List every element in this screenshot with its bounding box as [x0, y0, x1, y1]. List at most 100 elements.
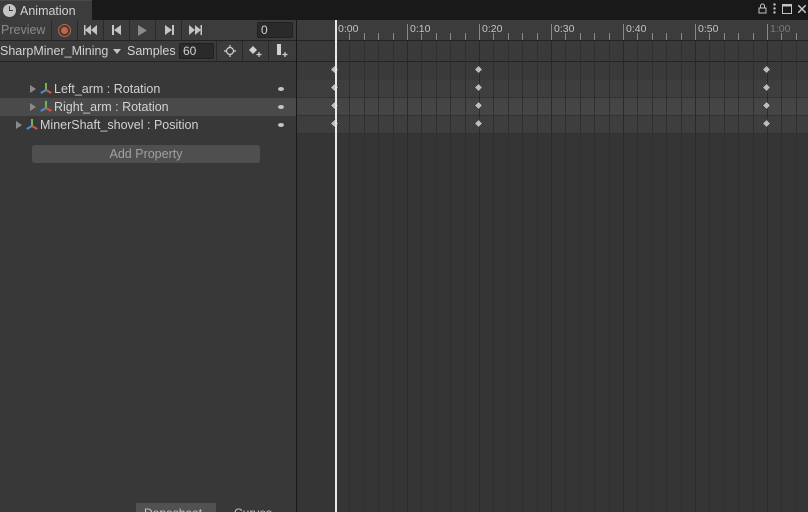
gridline — [767, 41, 768, 512]
view-mode-tabs: Dopesheet Curves — [0, 503, 296, 512]
add-keyframe-button[interactable] — [242, 41, 268, 61]
gridline — [363, 41, 365, 512]
samples-label: Samples — [127, 44, 176, 58]
gridline — [378, 41, 380, 512]
gridline — [752, 41, 754, 512]
keyframe-toggle-icon[interactable] — [278, 123, 284, 127]
minor-tick — [435, 33, 437, 40]
minor-tick — [522, 33, 524, 40]
major-tick — [623, 24, 624, 40]
gridline — [464, 41, 466, 512]
record-icon — [58, 23, 71, 37]
gridline — [565, 41, 567, 512]
clip-name: SharpMiner_Mining — [0, 44, 109, 58]
add-property-button[interactable]: Add Property — [32, 145, 260, 163]
tick-label: 0:40 — [626, 23, 647, 35]
gridline — [709, 41, 711, 512]
animation-tab[interactable]: Animation — [0, 0, 92, 20]
minor-tick — [579, 33, 581, 40]
minor-tick — [392, 33, 394, 40]
keyframe-toggle-icon[interactable] — [278, 87, 284, 91]
gridline — [479, 41, 480, 512]
close-icon[interactable] — [797, 4, 807, 16]
last-key-button[interactable] — [181, 20, 207, 40]
clock-icon — [3, 4, 16, 17]
samples-field[interactable]: 60 — [179, 43, 214, 59]
gridline — [435, 41, 437, 512]
hierarchy-panel: Preview 0 SharpMiner_Mining Samples 60 L… — [0, 20, 296, 512]
property-label: Left_arm : Rotation — [54, 82, 161, 96]
gridline — [536, 41, 538, 512]
gridline — [608, 41, 610, 512]
foldout-arrow-icon[interactable] — [16, 121, 22, 129]
tab-dopesheet[interactable]: Dopesheet — [136, 503, 216, 512]
next-key-button[interactable] — [155, 20, 181, 40]
snap-button[interactable] — [216, 41, 242, 61]
gridline — [680, 41, 682, 512]
first-key-button[interactable] — [77, 20, 103, 40]
frame-field[interactable]: 0 — [257, 22, 293, 38]
property-row[interactable]: MinerShaft_shovel : Position — [0, 116, 296, 134]
event-lane[interactable] — [297, 41, 808, 62]
gridline — [450, 41, 452, 512]
minor-tick — [680, 33, 682, 40]
gridline — [695, 41, 696, 512]
gridline — [421, 41, 423, 512]
minor-tick — [594, 33, 596, 40]
minor-tick — [363, 33, 365, 40]
minor-tick — [651, 33, 653, 40]
gridline — [795, 41, 797, 512]
tick-label: 0:30 — [554, 23, 575, 35]
window-controls — [758, 0, 808, 20]
keyframe-track[interactable] — [297, 116, 808, 134]
summary-track[interactable] — [297, 62, 808, 80]
gridline — [623, 41, 624, 512]
play-button[interactable] — [129, 20, 155, 40]
major-tick — [695, 24, 696, 40]
keyframe-toggle-icon[interactable] — [278, 105, 284, 109]
minor-tick — [752, 33, 754, 40]
minor-tick — [608, 33, 610, 40]
gridline — [407, 41, 408, 512]
window-tab-bar: Animation — [0, 0, 808, 20]
transform-icon — [26, 119, 38, 131]
minor-tick — [464, 33, 466, 40]
gridline — [493, 41, 495, 512]
tick-label: 0:10 — [410, 23, 431, 35]
transform-icon — [40, 83, 52, 95]
prev-key-button[interactable] — [103, 20, 129, 40]
playhead[interactable] — [335, 20, 337, 512]
kebab-menu-icon[interactable] — [773, 3, 776, 17]
transform-icon — [40, 101, 52, 113]
property-row[interactable]: Right_arm : Rotation — [0, 98, 296, 116]
property-label: MinerShaft_shovel : Position — [40, 118, 199, 132]
gridline — [781, 41, 783, 512]
foldout-arrow-icon[interactable] — [30, 103, 36, 111]
preview-button[interactable]: Preview — [0, 21, 50, 40]
clip-toolbar: SharpMiner_Mining Samples 60 — [0, 41, 296, 62]
tab-curves[interactable]: Curves — [226, 503, 296, 512]
major-tick — [551, 24, 552, 40]
foldout-arrow-icon[interactable] — [30, 85, 36, 93]
lock-icon[interactable] — [758, 3, 767, 17]
clip-dropdown[interactable]: SharpMiner_Mining — [0, 41, 124, 61]
record-button[interactable] — [51, 20, 77, 40]
major-tick — [407, 24, 408, 40]
tab-title: Animation — [20, 3, 76, 18]
major-tick — [767, 24, 768, 40]
gridline — [507, 41, 509, 512]
minor-tick — [450, 33, 452, 40]
maximize-icon[interactable] — [782, 3, 792, 17]
property-row[interactable]: Left_arm : Rotation — [0, 80, 296, 98]
gridline — [522, 41, 524, 512]
keyframe-track[interactable] — [297, 98, 808, 116]
time-ruler[interactable]: 0:00 0:10 0:20 0:30 0:40 0:50 1:00 — [297, 20, 808, 41]
add-keyframe-icon — [248, 46, 261, 57]
gridline — [651, 41, 653, 512]
minor-tick — [378, 33, 380, 40]
dopesheet-timeline[interactable]: 0:00 0:10 0:20 0:30 0:40 0:50 1:00 — [297, 20, 808, 512]
add-event-button[interactable] — [268, 41, 294, 61]
gridline — [579, 41, 581, 512]
gridline — [349, 41, 351, 512]
keyframe-track[interactable] — [297, 80, 808, 98]
